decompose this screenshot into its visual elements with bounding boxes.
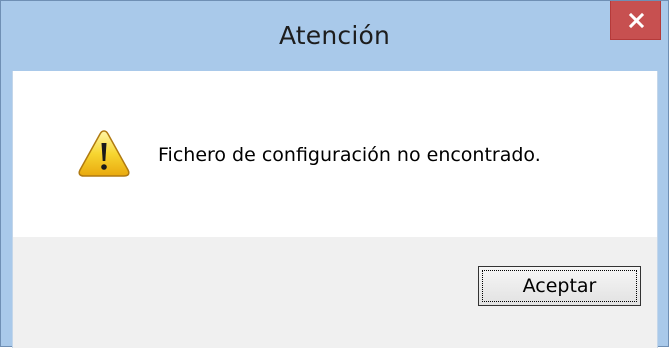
button-area: Aceptar [13, 237, 657, 348]
title-bar[interactable]: Atención [1, 1, 668, 71]
dialog-title: Atención [278, 21, 391, 50]
message-area: Fichero de configuración no encontrado. [13, 71, 657, 237]
message-text: Fichero de configuración no encontrado. [158, 144, 541, 166]
close-icon [628, 12, 645, 29]
ok-button-label: Aceptar [522, 275, 597, 297]
dialog-window: Atención Fichero de configuración no enc… [0, 0, 669, 348]
ok-button[interactable]: Aceptar [478, 266, 641, 306]
warning-icon [78, 130, 130, 177]
dialog-content: Fichero de configuración no encontrado. … [12, 71, 658, 348]
close-button[interactable] [610, 1, 661, 40]
